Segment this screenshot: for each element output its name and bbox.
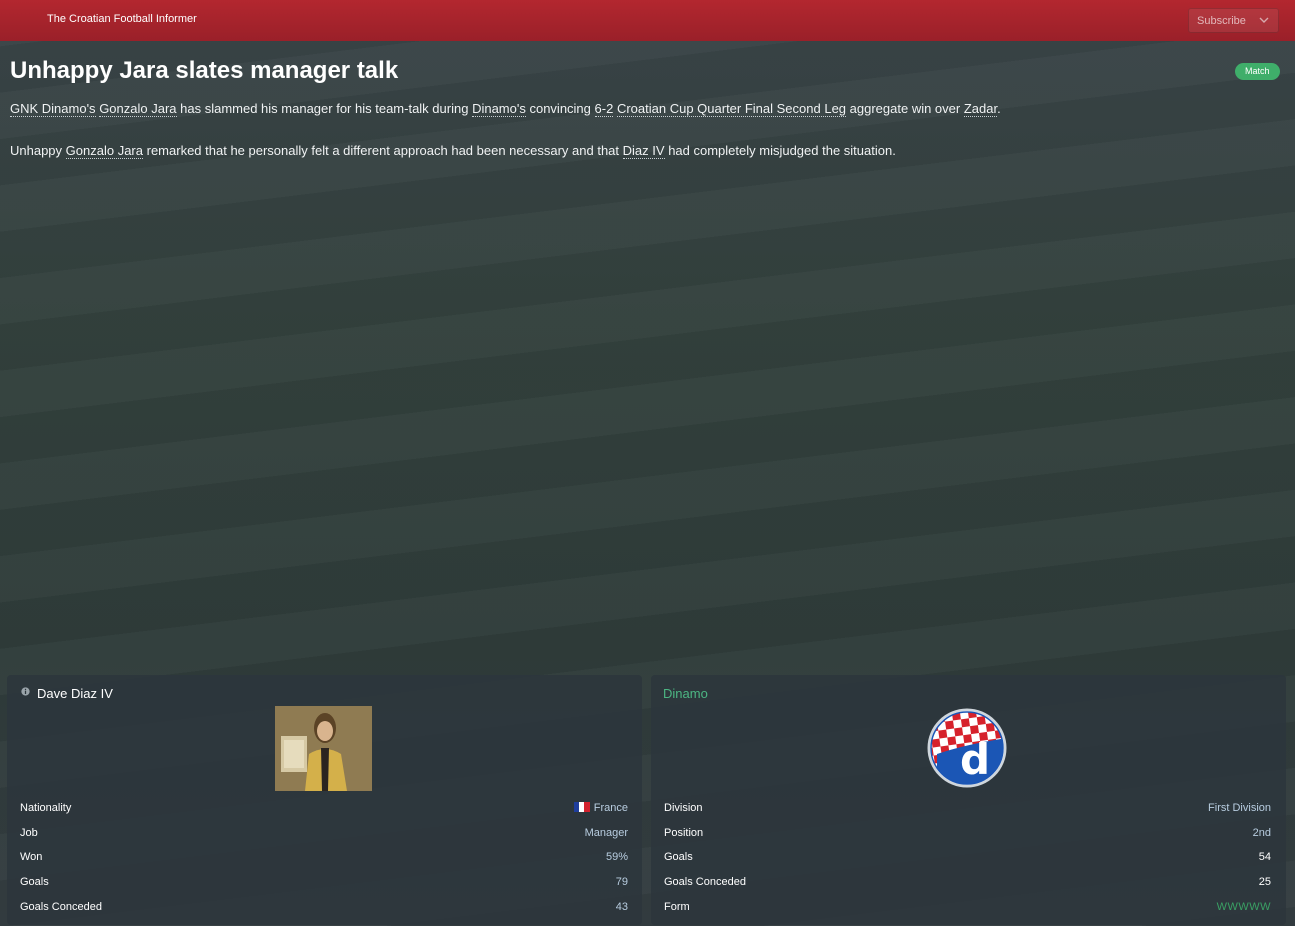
match-tag[interactable]: Match <box>1235 63 1280 80</box>
row-label: Position <box>664 827 704 839</box>
crest-letter: d <box>960 735 990 784</box>
goals-conceded-row: Goals Conceded 25 <box>664 876 1271 892</box>
paragraph-text: had completely misjudged the situation. <box>668 143 896 158</box>
row-label: Goals Conceded <box>20 901 102 913</box>
paragraph-end: . <box>997 101 1001 116</box>
row-label: Won <box>20 851 43 863</box>
row-label: Nationality <box>20 802 72 814</box>
competition-link[interactable]: Croatian Cup Quarter Final Second Leg <box>616 101 847 117</box>
division-value[interactable]: First Division <box>1208 802 1271 814</box>
job-row: Job Manager <box>20 827 628 843</box>
form-value: WWWWW <box>1216 901 1271 913</box>
goals-value: 54 <box>1258 851 1271 863</box>
chevron-down-icon <box>1259 17 1269 23</box>
nationality-text: France <box>593 802 628 814</box>
won-row: Won 59% <box>20 851 628 867</box>
player-link[interactable]: Gonzalo Jara <box>99 101 177 117</box>
row-label: Division <box>664 802 703 814</box>
row-label: Goals <box>664 851 693 863</box>
row-label: Goals <box>20 876 49 888</box>
subscribe-dropdown[interactable]: Subscribe <box>1188 8 1279 33</box>
position-row: Position 2nd <box>664 827 1271 843</box>
nationality-row: Nationality France <box>20 802 628 818</box>
goals-row: Goals 54 <box>664 851 1271 867</box>
paragraph-text: has slammed his manager for his team-tal… <box>180 101 469 116</box>
article-paragraph-1: GNK Dinamo's Gonzalo Jara has slammed hi… <box>10 101 1001 117</box>
article-title: Unhappy Jara slates manager talk <box>10 57 399 84</box>
opponent-link[interactable]: Zadar <box>963 101 998 117</box>
row-label: Job <box>20 827 38 839</box>
goals-conceded-row: Goals Conceded 43 <box>20 901 628 917</box>
dinamo-crest-icon[interactable]: d <box>927 708 1007 788</box>
article-paragraph-2: Unhappy Gonzalo Jara remarked that he pe… <box>10 143 896 159</box>
goals-value: 79 <box>615 876 628 888</box>
manager-photo <box>275 706 372 791</box>
form-row: Form WWWWW <box>664 901 1271 917</box>
manager-panel: Dave Diaz IV Nationality France Job Mana… <box>7 675 642 925</box>
row-label: Goals Conceded <box>664 876 746 888</box>
division-row: Division First Division <box>664 802 1271 818</box>
club-panel: Dinamo d Division First Division Positio… <box>651 675 1286 925</box>
score-link[interactable]: 6-2 <box>594 101 614 117</box>
club-link-2[interactable]: Dinamo's <box>472 101 526 117</box>
publication-name: The Croatian Football Informer <box>47 13 197 25</box>
job-value[interactable]: Manager <box>585 827 628 839</box>
nationality-value[interactable]: France <box>573 802 628 814</box>
top-bar: The Croatian Football Informer Subscribe <box>0 0 1295 41</box>
paragraph-text: convincing <box>529 101 591 116</box>
paragraph-text: Unhappy <box>10 143 63 158</box>
player-link[interactable]: Gonzalo Jara <box>65 143 143 159</box>
club-name[interactable]: Dinamo <box>663 686 708 701</box>
club-link[interactable]: GNK Dinamo's <box>10 101 96 117</box>
manager-link[interactable]: Diaz IV <box>622 143 665 159</box>
goals-conceded-value: 25 <box>1258 876 1271 888</box>
won-value: 59% <box>605 851 628 863</box>
goals-conceded-value: 43 <box>615 901 628 913</box>
paragraph-text: aggregate win over <box>849 101 961 116</box>
position-value: 2nd <box>1252 827 1271 839</box>
subscribe-label: Subscribe <box>1197 15 1246 27</box>
manager-name[interactable]: Dave Diaz IV <box>37 686 113 701</box>
france-flag-icon <box>573 802 590 812</box>
paragraph-text: remarked that he personally felt a diffe… <box>146 143 620 158</box>
row-label: Form <box>664 901 690 913</box>
info-icon[interactable] <box>21 687 30 696</box>
goals-row: Goals 79 <box>20 876 628 892</box>
